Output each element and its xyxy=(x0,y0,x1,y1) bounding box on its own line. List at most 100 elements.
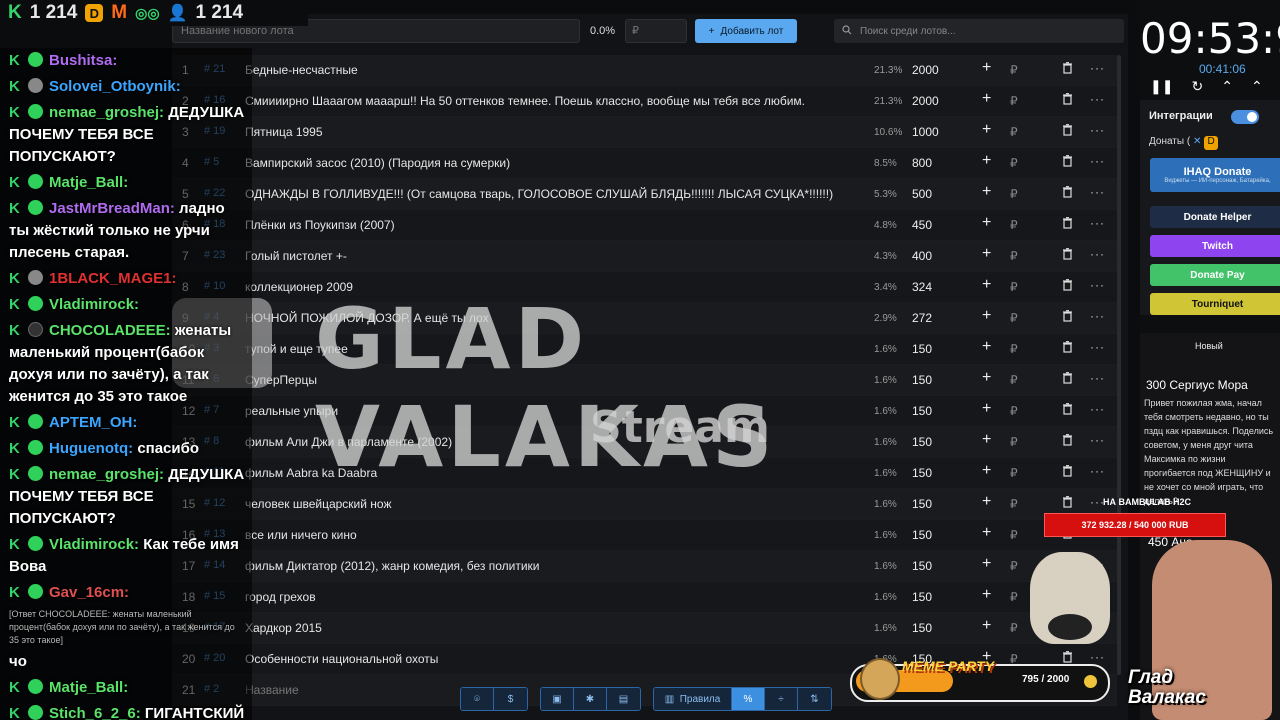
more-icon[interactable]: ··· xyxy=(1090,433,1105,447)
lot-name[interactable]: город грехов xyxy=(245,590,845,604)
currency-input[interactable]: ₽ xyxy=(1010,528,1018,542)
trash-icon[interactable] xyxy=(1062,93,1073,108)
more-icon[interactable]: ··· xyxy=(1090,278,1105,292)
trash-icon[interactable] xyxy=(1062,124,1073,139)
lot-amount[interactable]: 150 xyxy=(912,590,932,604)
currency-input[interactable]: ₽ xyxy=(1010,94,1018,108)
lot-amount[interactable]: 2000 xyxy=(912,63,939,77)
lot-amount[interactable]: 150 xyxy=(912,404,932,418)
chat-nickname[interactable]: Vladimirock: xyxy=(49,296,139,313)
more-icon[interactable]: ··· xyxy=(1090,650,1105,664)
more-icon[interactable]: ··· xyxy=(1090,123,1105,137)
chat-nickname[interactable]: nemae_groshej: xyxy=(49,104,164,121)
lot-name[interactable]: Особенности национальной охоты xyxy=(245,652,845,666)
lot-amount[interactable]: 150 xyxy=(912,528,932,542)
lot-amount[interactable]: 150 xyxy=(912,373,932,387)
trash-icon[interactable] xyxy=(1062,310,1073,325)
add-amount-icon[interactable]: + xyxy=(982,462,991,480)
add-amount-icon[interactable]: + xyxy=(982,121,991,139)
add-amount-icon[interactable]: + xyxy=(982,276,991,294)
add-amount-icon[interactable]: + xyxy=(982,555,991,573)
lot-name[interactable]: Хардкор 2015 xyxy=(245,621,845,635)
lot-amount[interactable]: 150 xyxy=(912,342,932,356)
chat-nickname[interactable]: nemae_groshej: xyxy=(49,466,164,483)
currency-input[interactable]: ₽ xyxy=(1010,404,1018,418)
trash-icon[interactable] xyxy=(1062,217,1073,232)
lot-name[interactable]: Бедные-несчастные xyxy=(245,63,845,77)
add-amount-icon[interactable]: + xyxy=(982,431,991,449)
lot-name[interactable]: фильм Али Джи в парламенте (2002) xyxy=(245,435,845,449)
lot-name[interactable]: ОДНАЖДЫ В ГОЛЛИВУДЕ!!! (От самцова тварь… xyxy=(245,187,845,201)
currency-input[interactable]: ₽ xyxy=(1010,342,1018,356)
more-icon[interactable]: ··· xyxy=(1090,309,1105,323)
donate-pay-button[interactable]: Donate Pay xyxy=(1150,264,1280,286)
currency-input[interactable]: ₽ xyxy=(1010,590,1018,604)
chat-nickname[interactable]: Gav_16cm: xyxy=(49,584,129,601)
lot-amount[interactable]: 150 xyxy=(912,559,932,573)
more-icon[interactable]: ··· xyxy=(1090,154,1105,168)
add-amount-icon[interactable]: + xyxy=(982,493,991,511)
add-amount-icon[interactable]: + xyxy=(982,90,991,108)
add-amount-icon[interactable]: + xyxy=(982,214,991,232)
more-icon[interactable]: ··· xyxy=(1090,216,1105,230)
lot-amount[interactable]: 150 xyxy=(912,466,932,480)
twitch-button[interactable]: Twitch xyxy=(1150,235,1280,257)
currency-input[interactable]: ₽ xyxy=(1010,156,1018,170)
lot-amount[interactable]: 150 xyxy=(912,497,932,511)
add-amount-icon[interactable]: + xyxy=(982,152,991,170)
add-amount-icon[interactable]: + xyxy=(982,617,991,635)
sort-button[interactable]: ⇅ xyxy=(798,688,831,710)
lot-amount[interactable]: 500 xyxy=(912,187,932,201)
more-icon[interactable]: ··· xyxy=(1090,92,1105,106)
more-icon[interactable]: ··· xyxy=(1090,464,1105,478)
add-amount-icon[interactable]: + xyxy=(982,586,991,604)
currency-input[interactable]: ₽ xyxy=(1010,621,1018,635)
lot-name[interactable]: человек швейцарский нож xyxy=(245,497,845,511)
chat-nickname[interactable]: Stich_6_2_6: xyxy=(49,705,141,720)
lot-name[interactable]: Смиииирно Шааагом мааарш!! На 50 оттенко… xyxy=(245,94,845,108)
lot-name[interactable]: все или ничего кино xyxy=(245,528,845,542)
currency-input[interactable]: ₽ xyxy=(1010,497,1018,511)
chevron-up-icon[interactable]: ⌃ xyxy=(1221,78,1233,95)
pause-icon[interactable]: ❚❚ xyxy=(1150,78,1173,95)
trash-icon[interactable] xyxy=(1062,186,1073,201)
add-amount-icon[interactable]: + xyxy=(982,245,991,263)
tourniquet-button[interactable]: Tourniquet xyxy=(1150,293,1280,315)
currency-input[interactable]: ₽ xyxy=(1010,280,1018,294)
divide-button[interactable]: ÷ xyxy=(765,688,798,710)
trash-icon[interactable] xyxy=(1062,403,1073,418)
trash-icon[interactable] xyxy=(1062,62,1073,77)
add-amount-icon[interactable]: + xyxy=(982,338,991,356)
currency-input[interactable]: ₽ xyxy=(1010,373,1018,387)
lot-amount[interactable]: 2000 xyxy=(912,94,939,108)
lot-amount[interactable]: 150 xyxy=(912,435,932,449)
trash-icon[interactable] xyxy=(1062,372,1073,387)
add-amount-icon[interactable]: + xyxy=(982,369,991,387)
more-icon[interactable]: ··· xyxy=(1090,247,1105,261)
trash-icon[interactable] xyxy=(1062,341,1073,356)
trash-icon[interactable] xyxy=(1062,155,1073,170)
currency-input[interactable]: ₽ xyxy=(1010,187,1018,201)
bug-icon[interactable]: ✱ xyxy=(574,688,607,710)
more-icon[interactable]: ··· xyxy=(1090,185,1105,199)
lot-name[interactable]: Вампирский засос (2010) (Пародия на суме… xyxy=(245,156,845,170)
lot-amount[interactable]: 800 xyxy=(912,156,932,170)
lot-name[interactable]: Плёнки из Поукипзи (2007) xyxy=(245,218,845,232)
currency-input[interactable]: ₽ xyxy=(1010,63,1018,77)
lot-amount[interactable]: 1000 xyxy=(912,125,939,139)
trash-icon[interactable] xyxy=(1062,434,1073,449)
trash-icon[interactable] xyxy=(1062,279,1073,294)
github-icon[interactable]: ⌾ xyxy=(461,688,494,710)
chat-nickname[interactable]: Matje_Ball: xyxy=(49,174,128,191)
lot-amount[interactable]: 400 xyxy=(912,249,932,263)
scrollbar[interactable] xyxy=(1117,55,1121,675)
add-amount-icon[interactable]: + xyxy=(982,59,991,77)
chevron-double-up-icon[interactable]: ⌃ xyxy=(1251,78,1263,95)
more-icon[interactable]: ··· xyxy=(1090,371,1105,385)
currency-input[interactable]: ₽ xyxy=(1010,559,1018,573)
dollar-icon[interactable]: $ xyxy=(494,688,527,710)
lot-amount[interactable]: 150 xyxy=(912,621,932,635)
lot-name[interactable]: НОЧНОЙ ПОЖИЛОЙ ДОЗОР. А ещё ты лох xyxy=(245,311,845,325)
lot-name[interactable]: фильм Диктатор (2012), жанр комедия, без… xyxy=(245,559,845,573)
lot-name[interactable]: фильм Aabra ka Daabra xyxy=(245,466,845,480)
